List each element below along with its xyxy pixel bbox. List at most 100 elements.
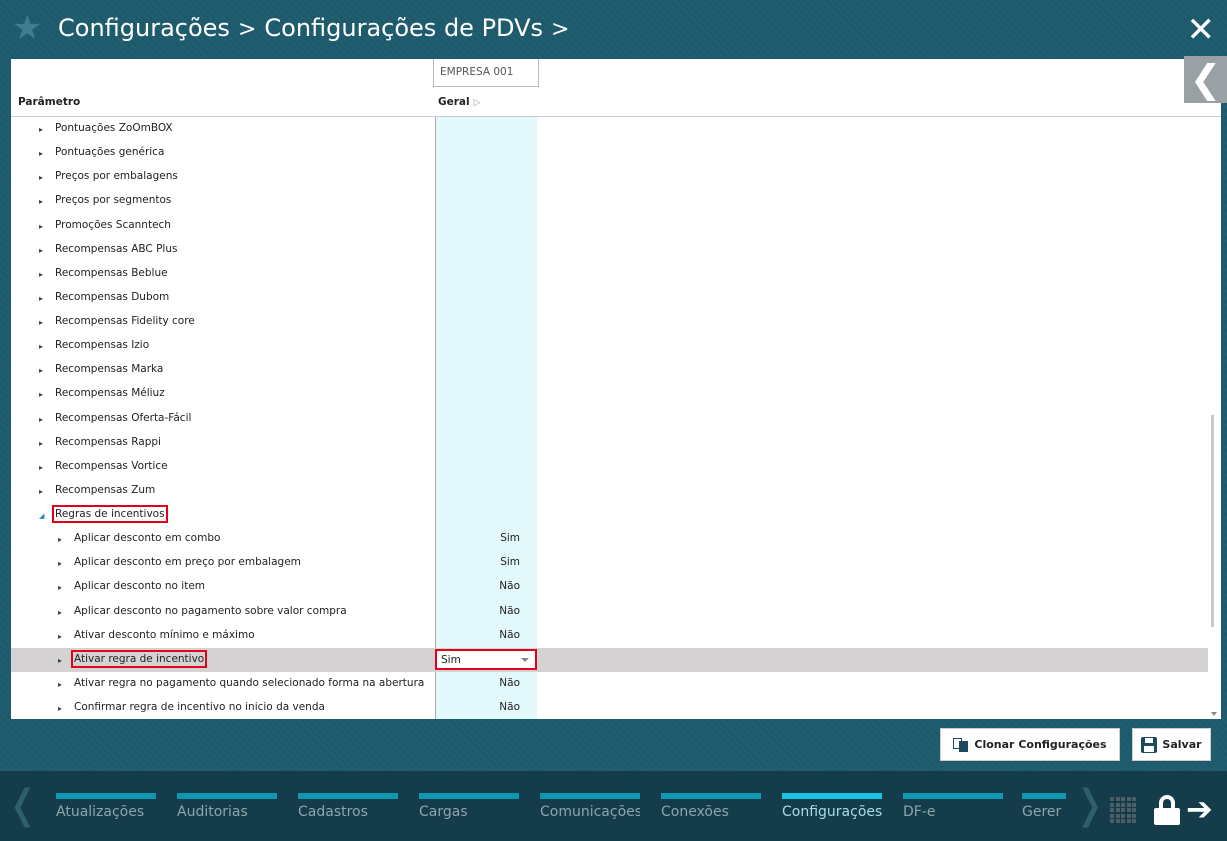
expand-triangle-icon[interactable]: ▸ <box>39 246 43 255</box>
tree-row[interactable]: ▸ Preços por embalagens <box>11 165 1208 189</box>
nav-item-bar <box>298 793 398 799</box>
tree-row[interactable]: ▸ Pontuações ZoOmBOX <box>11 117 1208 141</box>
scrollbar-thumb[interactable] <box>1211 415 1214 627</box>
expand-triangle-icon[interactable]: ▸ <box>58 704 62 713</box>
row-label: Recompensas Rappi <box>55 435 161 448</box>
bottom-navigation: ❬ Atualizações Auditorias Cadastros Cargas C… <box>0 771 1227 841</box>
row-label: Regras de incentivos <box>52 505 168 523</box>
tree-row[interactable]: ▸ Aplicar desconto no pagamento sobre val… <box>11 600 1208 624</box>
nav-item[interactable]: Atualizações <box>56 793 156 833</box>
row-value[interactable]: Não <box>499 580 520 592</box>
scroll-down-icon[interactable] <box>1211 712 1217 716</box>
tree-row[interactable]: ▸ Aplicar desconto no item Não <box>11 575 1208 599</box>
expand-triangle-icon[interactable]: ▸ <box>58 608 62 617</box>
expand-triangle-icon[interactable]: ▸ <box>39 173 43 182</box>
expand-triangle-icon[interactable]: ▸ <box>58 656 62 665</box>
dropdown-caret-icon[interactable] <box>521 657 529 662</box>
expand-triangle-icon[interactable]: ▸ <box>58 559 62 568</box>
nav-item[interactable]: Cargas <box>419 793 519 833</box>
tree-row[interactable]: ▸ Recompensas Fidelity core <box>11 310 1208 334</box>
row-label: Recompensas ABC Plus <box>55 242 178 255</box>
expand-triangle-icon[interactable]: ▸ <box>58 535 62 544</box>
row-label: Recompensas Beblue <box>55 266 168 279</box>
nav-item[interactable]: Comunicações <box>540 793 640 833</box>
expand-triangle-icon[interactable]: ▸ <box>39 342 43 351</box>
row-value[interactable]: Não <box>499 605 520 617</box>
tree-row[interactable]: ▸ Recompensas Rappi <box>11 431 1208 455</box>
tree-row[interactable]: ▸ Preços por segmentos <box>11 189 1208 213</box>
geral-header[interactable]: Geral ▷ <box>438 96 481 108</box>
tree-row[interactable]: ▸ Promoções Scanntech <box>11 214 1208 238</box>
expand-triangle-icon[interactable]: ▸ <box>39 487 43 496</box>
row-value[interactable]: Não <box>499 629 520 641</box>
expand-triangle-icon[interactable]: ▸ <box>58 583 62 592</box>
collapse-triangle-icon[interactable]: ◢ <box>39 512 44 520</box>
expand-triangle-icon[interactable]: ▸ <box>39 439 43 448</box>
nav-item[interactable]: Conexões <box>661 793 761 833</box>
nav-next-icon[interactable]: ❭ <box>1073 785 1107 825</box>
tree-row[interactable]: ▸ Ativar regra no pagamento quando seleci… <box>11 672 1208 696</box>
expand-triangle-icon[interactable]: ▸ <box>39 222 43 231</box>
tree-row[interactable]: ▸ Recompensas Zum <box>11 479 1208 503</box>
nav-item[interactable]: Cadastros <box>298 793 398 833</box>
expand-triangle-icon[interactable]: ▸ <box>39 197 43 206</box>
apps-grid-icon[interactable] <box>1110 797 1136 823</box>
tree-row[interactable]: ▸ Aplicar desconto em combo Sim <box>11 527 1208 551</box>
expand-triangle-icon[interactable]: ▸ <box>39 463 43 472</box>
tree-row[interactable]: ▸ Recompensas Méliuz <box>11 382 1208 406</box>
row-label: Aplicar desconto no pagamento sobre valo… <box>74 604 347 617</box>
lock-icon[interactable] <box>1154 795 1180 825</box>
tree-row[interactable]: ▸ Recompensas Beblue <box>11 262 1208 286</box>
nav-item-bar <box>903 793 1003 799</box>
tree-row[interactable]: ▸ Recompensas Dubom <box>11 286 1208 310</box>
nav-item-label: Gerer <box>1022 804 1062 820</box>
nav-item[interactable]: Auditorias <box>177 793 277 833</box>
clone-settings-label: Clonar Configurações <box>974 738 1107 751</box>
tree-row[interactable]: ▸ Recompensas Oferta-Fácil <box>11 407 1208 431</box>
row-value[interactable]: Não <box>499 701 520 713</box>
save-button[interactable]: Salvar <box>1132 728 1211 761</box>
collapse-panel-button[interactable]: ❮ <box>1184 56 1227 103</box>
expand-triangle-icon[interactable]: ▸ <box>39 390 43 399</box>
tree-row[interactable]: ▸ Ativar regra de incentivo Sim <box>11 647 1208 672</box>
close-icon[interactable]: ✕ <box>1187 10 1216 50</box>
expand-triangle-icon[interactable]: ▸ <box>39 125 43 134</box>
expand-triangle-icon[interactable]: ▸ <box>39 270 43 279</box>
expand-triangle-icon[interactable]: ▸ <box>39 318 43 327</box>
star-icon[interactable]: ★ <box>12 8 42 48</box>
breadcrumb-item-configuracoes[interactable]: Configurações <box>58 14 230 42</box>
tree-row[interactable]: ▸ Recompensas Izio <box>11 334 1208 358</box>
expand-triangle-icon[interactable]: ▸ <box>58 632 62 641</box>
nav-item-label: Cargas <box>419 804 468 820</box>
expand-triangle-icon[interactable]: ▸ <box>39 149 43 158</box>
nav-item[interactable]: DF-e <box>903 793 1003 833</box>
clone-icon <box>953 737 969 752</box>
tree-row[interactable]: ▸ Recompensas ABC Plus <box>11 238 1208 262</box>
tree-row[interactable]: ▸ Aplicar desconto em preço por embalagem… <box>11 551 1208 575</box>
logout-arrow-icon[interactable]: ➔ <box>1186 789 1213 829</box>
expand-triangle-icon[interactable]: ▸ <box>58 680 62 689</box>
expand-triangle-icon[interactable]: ▸ <box>39 294 43 303</box>
nav-item[interactable]: Gerer <box>1022 793 1066 833</box>
breadcrumb-item-configuracoes-pdvs[interactable]: Configurações de PDVs <box>264 14 543 42</box>
nav-previous-icon[interactable]: ❬ <box>6 785 40 825</box>
row-value[interactable]: Não <box>499 677 520 689</box>
nav-item-bar <box>56 793 156 799</box>
nav-item[interactable]: Configurações <box>782 793 882 833</box>
vertical-scrollbar[interactable] <box>1208 117 1221 719</box>
tree-row[interactable]: ▸ Pontuações genérica <box>11 141 1208 165</box>
empresa-column-header[interactable]: EMPRESA 001 <box>433 59 539 87</box>
row-value[interactable]: Sim <box>500 532 520 544</box>
tree-row[interactable]: ▸ Ativar desconto mínimo e máximo Não <box>11 624 1208 648</box>
expand-column-icon[interactable]: ▷ <box>474 98 481 108</box>
tree-row[interactable]: ▸ Confirmar regra de incentivo no inicio … <box>11 696 1208 719</box>
value-select[interactable]: Sim <box>435 648 537 670</box>
expand-triangle-icon[interactable]: ▸ <box>39 415 43 424</box>
tree-row[interactable]: ◢ Regras de incentivos <box>11 503 1208 527</box>
nav-item-bar <box>177 793 277 799</box>
tree-row[interactable]: ▸ Recompensas Vortice <box>11 455 1208 479</box>
expand-triangle-icon[interactable]: ▸ <box>39 366 43 375</box>
clone-settings-button[interactable]: Clonar Configurações <box>940 728 1120 761</box>
row-value[interactable]: Sim <box>500 556 520 568</box>
tree-row[interactable]: ▸ Recompensas Marka <box>11 358 1208 382</box>
